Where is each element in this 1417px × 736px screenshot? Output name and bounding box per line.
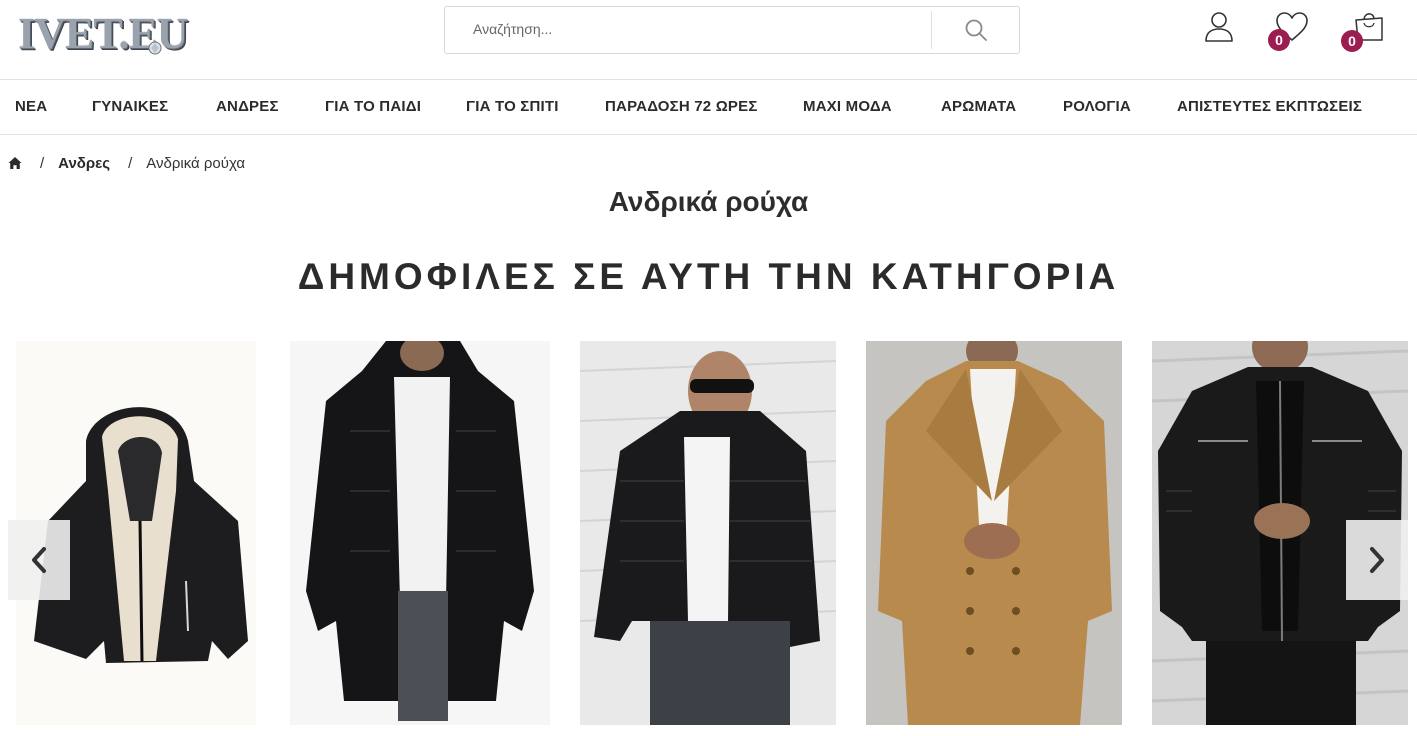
site-logo[interactable]: IVET.EU: [18, 8, 218, 60]
wishlist-count-badge: 0: [1268, 29, 1290, 51]
breadcrumb-link-men[interactable]: Ανδρες: [58, 155, 110, 172]
search-icon: [965, 19, 987, 41]
nav-item-new[interactable]: ΝΕΑ: [15, 80, 47, 134]
cart-count-badge: 0: [1341, 30, 1363, 52]
chevron-right-icon: [1370, 547, 1384, 573]
nav-item-women[interactable]: ΓΥΝΑΙΚΕΣ: [92, 80, 168, 134]
home-icon[interactable]: [8, 156, 22, 170]
user-icon: [1205, 12, 1233, 42]
nav-item-men[interactable]: ΑΝΔΡΕΣ: [216, 80, 279, 134]
main-navigation: ΝΕΑ ΓΥΝΑΙΚΕΣ ΑΝΔΡΕΣ ΓΙΑ ΤΟ ΠΑΙΔΙ ΓΙΑ ΤΟ …: [0, 80, 1417, 135]
nav-item-perfumes[interactable]: ΑΡΩΜΑΤΑ: [941, 80, 1016, 134]
breadcrumb: / Ανδρες / Ανδρικά ρούχα: [8, 152, 245, 174]
search-button[interactable]: [932, 7, 1019, 53]
breadcrumb-separator: /: [40, 154, 45, 172]
nav-item-home[interactable]: ΓΙΑ ΤΟ ΣΠΙΤΙ: [466, 80, 559, 134]
breadcrumb-current: Ανδρικά ρούχα: [146, 154, 246, 172]
nav-item-kids[interactable]: ΓΙΑ ΤΟ ΠΑΙΔΙ: [325, 80, 421, 134]
product-card-long-puffer-coat[interactable]: [290, 341, 550, 725]
product-image: [866, 341, 1122, 725]
page-title: Ανδρικά ρούχα: [608, 186, 809, 217]
nav-item-delivery-72h[interactable]: ΠΑΡΑΔΟΣΗ 72 ΩΡΕΣ: [605, 80, 758, 134]
site-header: IVET.EU 0 0: [0, 0, 1417, 80]
nav-item-maxi-fashion[interactable]: ΜΑΧΙ ΜΟΔΑ: [803, 80, 892, 134]
nav-item-watches[interactable]: ΡΟΛΟΓΙΑ: [1063, 80, 1131, 134]
logo-text: IVET.EU: [18, 9, 188, 58]
product-image: [290, 341, 550, 725]
search-input[interactable]: [445, 7, 915, 51]
product-image: [580, 341, 836, 725]
carousel-next-button[interactable]: [1346, 520, 1408, 600]
nav-item-sales[interactable]: ΑΠΙΣΤΕΥΤΕΣ ΕΚΠΤΩΣΕΙΣ: [1177, 80, 1362, 134]
logo-gem-icon: [148, 41, 162, 55]
carousel-prev-button[interactable]: [8, 520, 70, 600]
chevron-left-icon: [32, 547, 46, 573]
product-card-camel-coat[interactable]: [866, 341, 1122, 725]
product-card-short-puffer-jacket[interactable]: [580, 341, 836, 725]
section-title: ΔΗΜΟΦΙΛΕΣ ΣΕ ΑΥΤΗ ΤΗΝ ΚΑΤΗΓΟΡΙΑ: [297, 256, 1120, 297]
breadcrumb-separator: /: [128, 154, 133, 172]
search-bar: [444, 6, 1020, 54]
account-button[interactable]: [1202, 10, 1236, 44]
